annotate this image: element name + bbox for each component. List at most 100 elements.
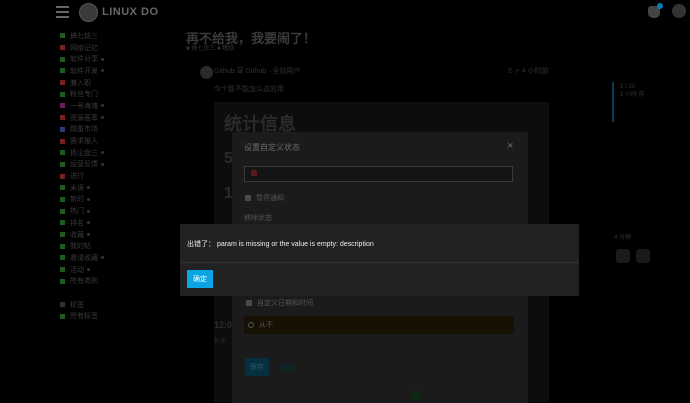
stats-time-sub: 扑子 xyxy=(214,339,227,345)
save-button[interactable]: 保存 xyxy=(245,358,269,376)
sidebar-item-label: 我的帖 xyxy=(70,243,91,251)
sidebar-item[interactable]: 热门 xyxy=(60,205,170,217)
custom-date-label: 自定义日期和时间 xyxy=(257,300,313,307)
category-color-icon xyxy=(60,232,65,238)
category-color-icon xyxy=(60,196,65,202)
sidebar-item-label: 新的 xyxy=(70,196,84,204)
sidebar-item xyxy=(60,287,170,299)
post-text: 今个能不能怎么这应用 xyxy=(214,86,284,93)
sidebar-item-label: 网络记忆 xyxy=(70,44,98,52)
sidebar: 搞七捻三网络记忆 软件分享软件开发兼入职粉丝专门一号海滩资源荟萃跳蚤市场需求推人扬… xyxy=(60,30,170,322)
sidebar-item[interactable]: 扬尘盘三 xyxy=(60,147,170,159)
sidebar-item-label: 进行 xyxy=(70,173,84,181)
sidebar-item-label: 未读 xyxy=(70,184,84,192)
unread-dot-icon xyxy=(87,233,90,237)
category-color-icon xyxy=(60,45,65,51)
modal-title: 设置自定义状态 xyxy=(244,143,300,152)
sidebar-item-label: 活动 xyxy=(70,266,84,274)
close-icon[interactable]: × xyxy=(507,140,513,152)
category-color-icon xyxy=(60,161,65,167)
category-color-icon xyxy=(60,220,65,226)
post-author-avatar[interactable] xyxy=(200,66,213,79)
sidebar-item-label: 软件开发 xyxy=(70,67,98,75)
sidebar-item[interactable]: 所有标签 xyxy=(60,311,170,323)
user-avatar[interactable] xyxy=(672,4,686,18)
ok-button[interactable]: 确定 xyxy=(187,270,213,288)
notification-badge xyxy=(657,3,663,9)
sidebar-item[interactable]: 我的帖 xyxy=(60,240,170,252)
post-author[interactable]: Github 草 Github · 全站用户 xyxy=(214,66,300,76)
sidebar-item[interactable]: 收藏 xyxy=(60,229,170,241)
pause-notifications-option[interactable]: 暂停通知 xyxy=(245,193,284,203)
category-color-icon xyxy=(60,278,65,284)
unread-dot-icon xyxy=(87,197,90,201)
custom-date-option[interactable]: 自定义日期和时间 xyxy=(246,298,313,308)
category-color-icon xyxy=(60,173,65,179)
category-color-icon xyxy=(60,267,65,273)
status-input[interactable] xyxy=(244,166,513,182)
post-date[interactable]: 2 ⬀ 4 小时前 xyxy=(508,66,549,76)
sidebar-item-label: 资源荟萃 xyxy=(70,114,98,122)
stats-time-value: 12:0 xyxy=(214,320,233,330)
sidebar-item[interactable]: 网络记忆 xyxy=(60,42,170,54)
sidebar-item-label: 搞七捻三 xyxy=(70,32,98,40)
sidebar-item[interactable]: 进行 xyxy=(60,170,170,182)
sidebar-item[interactable]: 粉丝专门 xyxy=(60,88,170,100)
sidebar-item[interactable]: 运营反馈 xyxy=(60,159,170,171)
category-color-icon xyxy=(60,313,65,319)
sidebar-item[interactable]: 资源荟萃 xyxy=(60,112,170,124)
check-icon xyxy=(411,390,421,400)
category-color-icon xyxy=(60,103,65,109)
sidebar-item[interactable]: 需求推人 xyxy=(60,135,170,147)
ban-icon xyxy=(248,322,254,328)
cancel-link[interactable]: 取消 xyxy=(280,363,294,373)
sidebar-item[interactable]: 活动 xyxy=(60,264,170,276)
timeline-scrollbar[interactable] xyxy=(612,82,614,122)
timeline-position-date: 1 小时 前 xyxy=(620,92,645,98)
sidebar-item[interactable]: 邀请收藏 xyxy=(60,252,170,264)
sidebar-item-label: 扬尘盘三 xyxy=(70,149,98,157)
sidebar-item-label: 排名 xyxy=(70,219,84,227)
error-dialog-divider xyxy=(180,262,579,263)
sidebar-item-label: 兼入职 xyxy=(70,79,91,87)
unread-dot-icon xyxy=(101,256,104,260)
sidebar-item-label: 粉丝专门 xyxy=(70,91,98,99)
pause-notifications-checkbox[interactable] xyxy=(245,195,251,201)
sidebar-item[interactable]: 兼入职 xyxy=(60,77,170,89)
sidebar-item-label: 需求推人 xyxy=(70,138,98,146)
bookmark-icon[interactable] xyxy=(636,249,650,263)
emoji-picker-icon[interactable] xyxy=(251,170,257,176)
sidebar-item[interactable]: 搞七捻三 xyxy=(60,30,170,42)
unread-dot-icon xyxy=(101,151,104,155)
sidebar-item[interactable]: 新的 xyxy=(60,194,170,206)
sidebar-item[interactable]: 标签 xyxy=(60,299,170,311)
sidebar-item[interactable]: 一号海滩 xyxy=(60,100,170,112)
sidebar-item[interactable]: 所有类别 xyxy=(60,275,170,287)
sidebar-item[interactable]: 软件开发 xyxy=(60,65,170,77)
sidebar-item-label: 跳蚤市场 xyxy=(70,126,98,134)
never-label: 从不 xyxy=(259,322,273,329)
pause-notifications-label: 暂停通知 xyxy=(256,195,284,202)
category-color-icon xyxy=(60,80,65,86)
sidebar-item[interactable]: 未读 xyxy=(60,182,170,194)
error-message: 出错了： param is missing or the value is em… xyxy=(187,241,374,248)
category-color-icon xyxy=(60,56,65,62)
sidebar-item[interactable]: 软件分享 xyxy=(60,53,170,65)
menu-icon[interactable] xyxy=(56,6,69,18)
site-logo[interactable]: LINUX DO xyxy=(79,2,169,22)
unread-dot-icon xyxy=(101,57,104,61)
sidebar-item-label: 邀请收藏 xyxy=(70,254,98,262)
sidebar-item[interactable]: 跳蚤市场 xyxy=(60,124,170,136)
category-color-icon xyxy=(60,208,65,214)
sidebar-item-label: 收藏 xyxy=(70,231,84,239)
never-option[interactable]: 从不 xyxy=(244,316,514,334)
sidebar-item-label: 一号海滩 xyxy=(70,102,98,110)
reply-icon[interactable] xyxy=(616,249,630,263)
sidebar-item[interactable]: 排名 xyxy=(60,217,170,229)
unread-dot-icon xyxy=(101,162,104,166)
sidebar-item-label: 所有标签 xyxy=(70,313,98,321)
clear-status-label: 移除状态 xyxy=(244,215,272,222)
unread-dot-icon xyxy=(101,69,104,73)
unread-dot-icon xyxy=(87,186,90,190)
error-dialog xyxy=(180,224,579,296)
